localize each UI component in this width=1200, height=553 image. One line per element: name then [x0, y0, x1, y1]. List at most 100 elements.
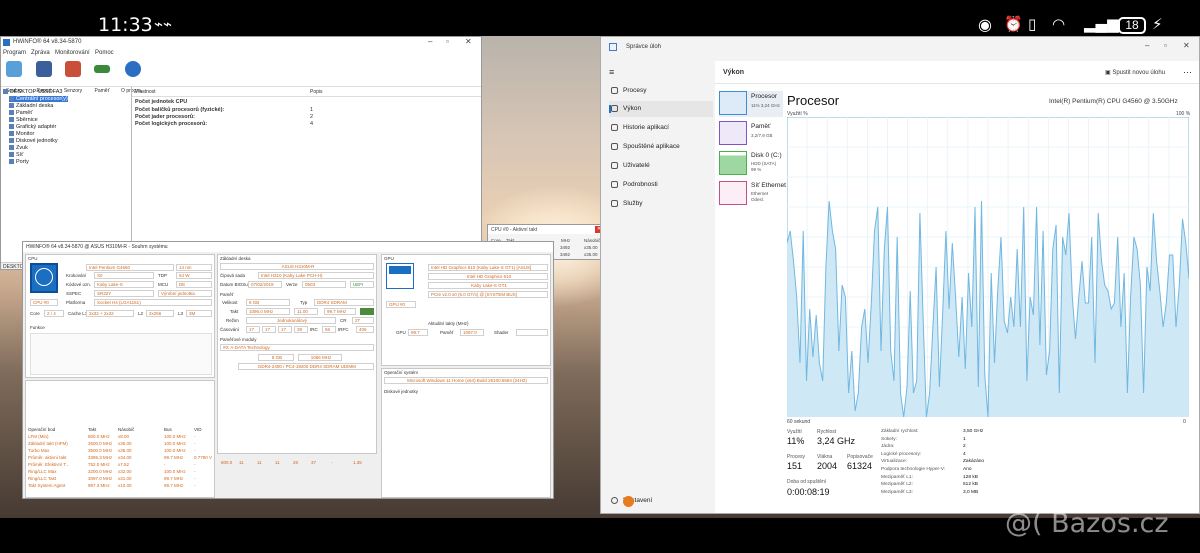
- more-options-icon[interactable]: ⋯: [1183, 67, 1192, 78]
- gpu-select-dropdown[interactable]: GPU #0: [386, 301, 416, 308]
- tree-item-gpu[interactable]: Grafický adaptér: [9, 124, 56, 130]
- system-summary-window: HWiNFO® 64 v8.34-5870 @ ASUS H310M-R - S…: [22, 241, 554, 499]
- nav-app-history[interactable]: Historie aplikací: [609, 120, 713, 136]
- tree-item-monitor[interactable]: Monitor: [9, 131, 34, 137]
- monitor-icon: [9, 131, 14, 137]
- clock-row-value: 100.0 MHz: [164, 441, 186, 446]
- spec-value: Ano: [963, 467, 972, 472]
- network-mini-graph: [719, 181, 747, 205]
- mcu-field: DE: [176, 281, 212, 288]
- sspec-label: SSPEC: [66, 291, 82, 296]
- module-slot-dropdown[interactable]: #0: A-DATA Technology: [220, 344, 374, 351]
- platform-field: Socket H4 (LGA1151): [94, 299, 212, 306]
- nav-users[interactable]: Uživatelé: [609, 158, 713, 174]
- nav-details[interactable]: Podrobnosti: [609, 177, 713, 193]
- tree-item-cpu[interactable]: Centrální procesor(y): [9, 96, 68, 102]
- users-icon: [611, 162, 618, 169]
- maximize-button[interactable]: ▫: [1164, 41, 1167, 50]
- nav-startup-apps[interactable]: Spouštěné aplikace: [609, 139, 713, 155]
- drives-section-title: Diskové jednotky: [384, 389, 419, 394]
- signal-icon: ▂▄▆: [1084, 15, 1119, 33]
- tree-item-memory[interactable]: Paměť: [9, 110, 32, 116]
- cpu-title: Procesor: [787, 93, 840, 108]
- codename-field: Kaby Lake-S: [94, 281, 154, 288]
- nav-label: Uživatelé: [623, 162, 650, 169]
- speed-label: Rychlost: [817, 429, 837, 435]
- menu-help[interactable]: Pomoc: [95, 50, 114, 56]
- nav-label: Spouštěné aplikace: [623, 143, 680, 150]
- sspec-field: SR32Y: [94, 290, 154, 297]
- chipset-label: Čipová sada: [220, 273, 246, 278]
- alarm-icon: ⏰: [1004, 15, 1023, 33]
- spec-key: Sokety:: [881, 436, 897, 442]
- clock-row-value: -: [194, 476, 196, 481]
- close-button[interactable]: ✕: [1183, 41, 1190, 50]
- memory-section-title: Paměť: [220, 292, 234, 297]
- detail-row-value: 4: [310, 121, 314, 127]
- detail-row-key: Počet logických procesorů:: [135, 121, 208, 127]
- side-network[interactable]: Síť Ethernet Ethernet Odesl.: [719, 181, 786, 207]
- clock-row-value: -: [194, 462, 196, 467]
- clock-row-label: Základní takt (HFM): [28, 441, 68, 446]
- tree-item-bus[interactable]: Sběrnice: [9, 117, 38, 123]
- close-button[interactable]: ✕: [465, 37, 472, 46]
- minimize-button[interactable]: –: [428, 37, 432, 46]
- nav-label: Podrobnosti: [623, 181, 658, 188]
- timing-label: Časování: [220, 327, 240, 332]
- platform-label: Platforma: [66, 300, 86, 305]
- spec-key: Virtualizace:: [881, 459, 908, 465]
- hamburger-menu-icon[interactable]: ≡: [609, 67, 614, 77]
- hwinfo-tree: DESKTOP-U5SDFA3 Centrální procesor(y) Zá…: [1, 87, 132, 261]
- side-cpu[interactable]: Procesor 11% 3,24 GHz: [719, 91, 783, 117]
- tree-item-motherboard[interactable]: Základní deska: [9, 103, 53, 109]
- minimize-button[interactable]: –: [1145, 41, 1149, 50]
- menu-report[interactable]: Zpráva: [31, 50, 50, 56]
- hwinfo-menubar: Program Zpráva Monitorování Pomoc: [1, 49, 481, 58]
- nav-services[interactable]: Služby: [609, 196, 713, 212]
- summary-titlebar: HWiNFO® 64 v8.34-5870 @ ASUS H310M-R - S…: [23, 242, 553, 252]
- mem-type-field: DDR4 SDRAM: [314, 299, 374, 306]
- cpu-select-dropdown[interactable]: CPU #0: [30, 299, 58, 306]
- nav-performance[interactable]: Výkon: [609, 101, 713, 117]
- mem-type-label: Typ: [300, 300, 308, 305]
- nav-label: Výkon: [623, 105, 642, 112]
- menu-program[interactable]: Program: [3, 50, 26, 56]
- side-memory[interactable]: Paměť 3,2/7,9 GB: [719, 121, 783, 147]
- spec-value: 4: [963, 451, 966, 457]
- tree-item-network[interactable]: Síť: [9, 152, 23, 158]
- shader-field: [516, 329, 548, 336]
- nav-processes[interactable]: Procesy: [609, 83, 713, 99]
- detail-row-key: Počet balíčků procesorů (fyzické):: [135, 107, 225, 113]
- mem-size-field: 8 GB: [246, 299, 290, 306]
- tm-title: Správce úloh: [626, 44, 662, 50]
- module-speed-field: 1066 MHz: [298, 354, 342, 361]
- clock-row-value: 99.7 MHz: [164, 476, 184, 481]
- maximize-button[interactable]: ▫: [446, 37, 449, 46]
- memory-icon: [94, 65, 110, 73]
- trc-label: tRC: [310, 327, 318, 332]
- tree-item-ports[interactable]: Porty: [9, 159, 29, 165]
- run-new-task-button[interactable]: ▣ Spustit novou úlohu: [1105, 69, 1165, 76]
- cache-l1-field: 2x32 + 2x32: [86, 310, 134, 317]
- mem-clock-label: Takt: [230, 309, 239, 314]
- threads-value: 2004: [817, 461, 838, 471]
- tree-item-label: Centrální procesor(y): [16, 96, 68, 102]
- vibrate-icon: ▯: [1028, 15, 1037, 33]
- menu-monitoring[interactable]: Monitorování: [55, 50, 90, 56]
- popup-mhz: 3492: [560, 245, 571, 250]
- bus-icon: [9, 117, 14, 123]
- tree-item-label: Síť: [16, 152, 24, 158]
- memory-mini-graph: [719, 121, 747, 145]
- popup-header-multiplier: Násobič: [584, 238, 601, 243]
- tree-item-drives[interactable]: Diskové jednotky: [9, 138, 58, 144]
- timing-field: 17: [262, 326, 276, 333]
- clock-row-value: x34.00: [118, 455, 132, 460]
- side-disk[interactable]: Disk 0 (C:) HDD (SATA) 99 %: [719, 151, 783, 177]
- tree-item-audio[interactable]: Zvuk: [9, 145, 28, 151]
- stepping-label: Krokování: [66, 273, 87, 278]
- intel-pentium-logo: [30, 263, 58, 293]
- tree-root[interactable]: DESKTOP-U5SDFA3: [3, 89, 62, 95]
- extra-value: 37: [311, 460, 317, 465]
- gpu-icon: [9, 124, 14, 130]
- detail-header-value: Popis: [310, 89, 323, 95]
